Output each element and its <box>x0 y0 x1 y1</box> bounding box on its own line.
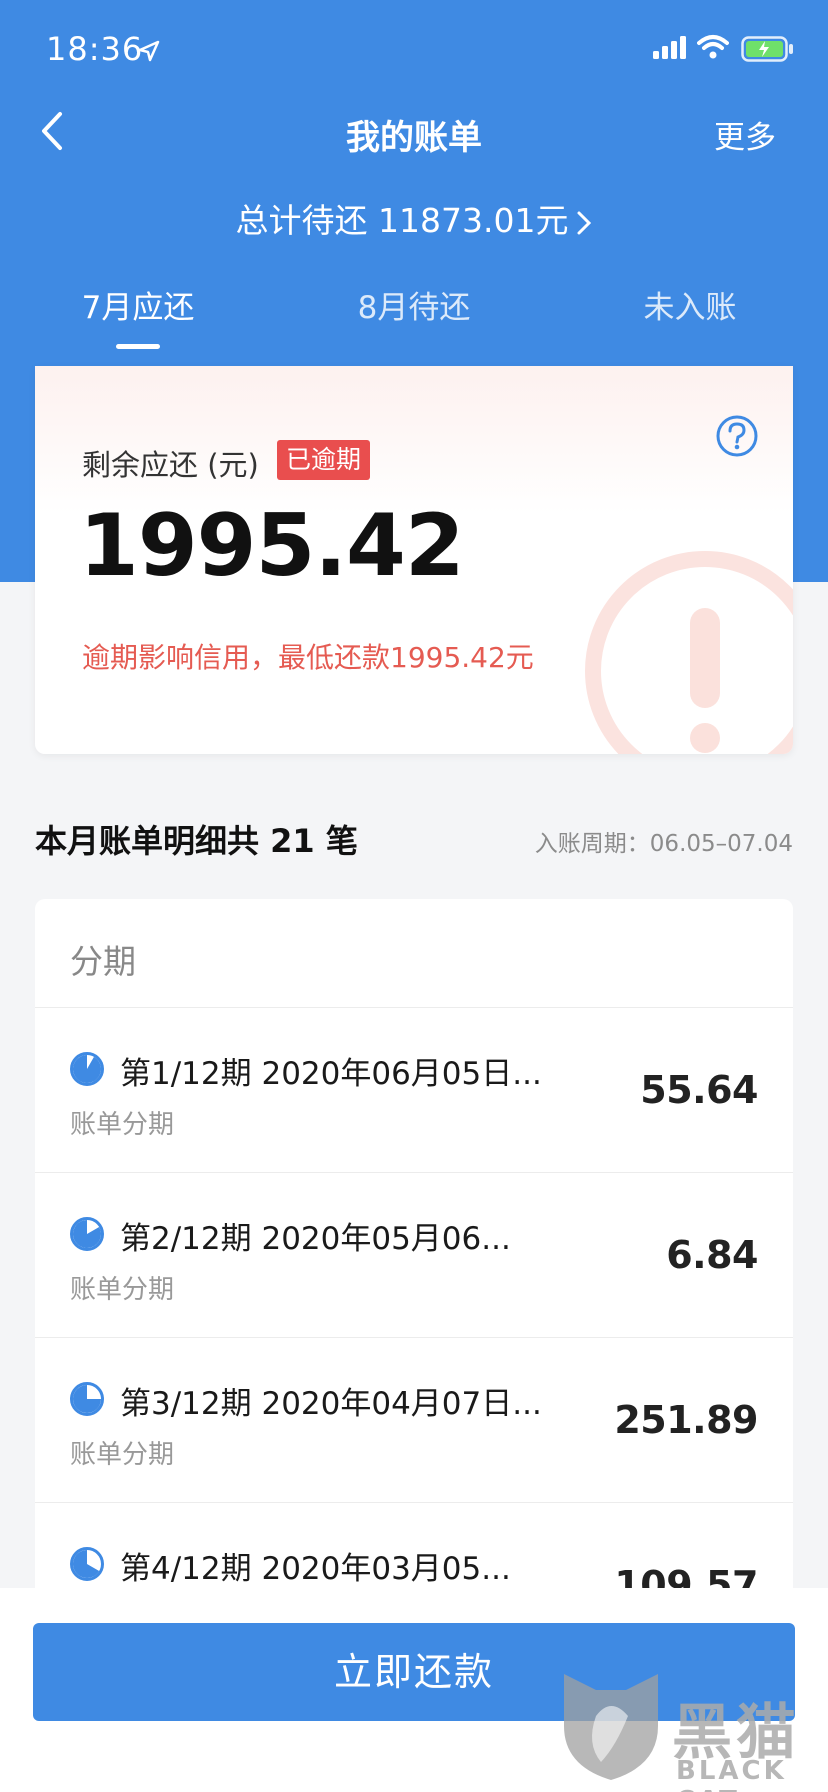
black-cat-logo-icon <box>564 1674 658 1780</box>
summary-card: 剩余应还 (元) 已逾期 1995.42 逾期影响信用，最低还款1995.42元 <box>35 366 793 754</box>
bill-detail-title: 本月账单明细共 21 笔 <box>35 822 358 860</box>
tab-active-indicator <box>116 344 160 349</box>
progress-pie-icon <box>70 1382 104 1416</box>
wifi-icon <box>697 35 729 59</box>
status-time: 18:36 <box>46 30 144 68</box>
installment-amount: 251.89 <box>614 1398 758 1442</box>
total-due-link[interactable]: 总计待还 11873.01元 <box>0 194 828 242</box>
installment-type: 账单分期 <box>70 1440 175 1470</box>
cellular-signal-icon <box>653 36 686 59</box>
location-arrow-icon <box>138 40 160 62</box>
tab-august-pending[interactable]: 8月待还 <box>276 282 552 327</box>
progress-pie-icon <box>70 1547 104 1581</box>
tab-july-due[interactable]: 7月应还 <box>0 282 276 327</box>
more-button[interactable]: 更多 <box>714 112 776 157</box>
installment-amount: 55.64 <box>640 1068 758 1112</box>
page-title: 我的账单 <box>346 118 482 158</box>
total-due-text: 总计待还 11873.01元 <box>235 201 569 240</box>
battery-icon <box>741 36 793 62</box>
list-item[interactable]: 第3/12期 2020年04月07日... 账单分期 251.89 <box>35 1338 793 1502</box>
installment-title: 第1/12期 2020年06月05日... <box>120 1056 542 1092</box>
remaining-due-label: 剩余应还 (元) <box>82 448 259 482</box>
installment-title: 第2/12期 2020年05月06... <box>120 1221 511 1257</box>
installment-type: 账单分期 <box>70 1110 175 1140</box>
help-question-icon[interactable] <box>715 414 759 458</box>
watermark-text-en: BLACK CAT <box>676 1756 787 1792</box>
installment-title: 第4/12期 2020年03月05... <box>120 1551 511 1587</box>
installment-title: 第3/12期 2020年04月07日... <box>120 1386 542 1422</box>
billing-cycle: 入账周期：06.05–07.04 <box>534 831 793 857</box>
exclamation-watermark-icon <box>585 551 793 754</box>
overdue-warning-text: 逾期影响信用，最低还款1995.42元 <box>82 641 534 674</box>
installment-header: 分期 <box>70 942 136 981</box>
progress-pie-icon <box>70 1052 104 1086</box>
bottom-action-bar: 立即还款 黑猫 BLACK CAT <box>0 1588 828 1792</box>
overdue-badge: 已逾期 <box>277 440 371 480</box>
progress-pie-icon <box>70 1217 104 1251</box>
installment-amount: 6.84 <box>666 1233 758 1277</box>
chevron-right-icon <box>577 211 592 235</box>
remaining-amount: 1995.42 <box>79 496 465 596</box>
tab-unposted[interactable]: 未入账 <box>552 282 828 327</box>
list-item[interactable]: 第1/12期 2020年06月05日... 账单分期 55.64 <box>35 1008 793 1172</box>
installment-type: 账单分期 <box>70 1275 175 1305</box>
list-item[interactable]: 第2/12期 2020年05月06... 账单分期 6.84 <box>35 1173 793 1337</box>
installment-list-card: 分期 第1/12期 2020年06月05日... 账单分期 55.64 第2/1… <box>35 899 793 1619</box>
